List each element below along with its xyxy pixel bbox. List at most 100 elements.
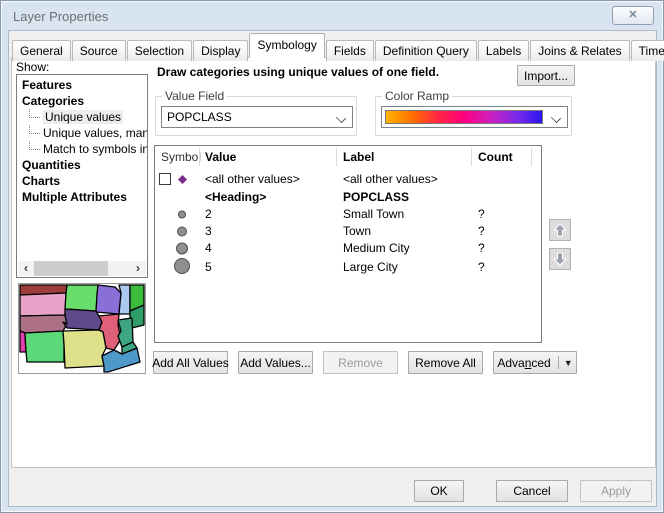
layer-properties-dialog: Layer Properties ✕ GeneralSourceSelectio…: [0, 0, 664, 513]
column-divider: [471, 148, 472, 166]
tree-item-categories[interactable]: Categories: [17, 93, 147, 109]
column-divider: [531, 148, 532, 166]
count-cell: ?: [478, 260, 485, 274]
color-ramp-group: Color Ramp: [375, 96, 572, 136]
column-header-symbol[interactable]: Symbol: [161, 150, 201, 164]
apply-button[interactable]: Apply: [580, 480, 652, 502]
layer-preview-map: [18, 283, 146, 374]
chevron-down-icon[interactable]: [552, 114, 560, 122]
value-cell: 3: [205, 224, 212, 238]
button-divider: [558, 356, 559, 369]
point-symbol-swatch[interactable]: [177, 174, 188, 185]
tab-source[interactable]: Source: [72, 40, 126, 61]
tree-item-multiple-attributes[interactable]: Multiple Attributes: [17, 189, 147, 205]
value-cell: <all other values>: [205, 172, 300, 186]
point-symbol-swatch[interactable]: [173, 240, 191, 257]
value-field-group: Value Field POPCLASS: [155, 96, 357, 136]
dropdown-arrow-icon[interactable]: ▼: [564, 358, 573, 368]
label-cell: POPCLASS: [343, 190, 409, 204]
tree-item-match-symbols[interactable]: Match to symbols in a: [17, 141, 147, 157]
remove-button[interactable]: Remove: [323, 351, 398, 374]
label-cell: Town: [343, 224, 371, 238]
show-label: Show:: [16, 60, 49, 74]
tab-selection[interactable]: Selection: [127, 40, 192, 61]
renderer-tree: Features Categories Unique values Unique…: [16, 74, 148, 278]
tree-item-charts[interactable]: Charts: [17, 173, 147, 189]
scroll-left-icon[interactable]: ‹: [18, 261, 34, 276]
count-cell: ?: [478, 224, 485, 238]
point-symbol-swatch[interactable]: [173, 223, 191, 240]
close-button[interactable]: ✕: [612, 6, 654, 25]
title-bar[interactable]: Layer Properties ✕: [1, 1, 663, 31]
arrow-down-icon: [552, 251, 568, 267]
point-symbol-swatch[interactable]: [173, 206, 191, 223]
remove-all-button[interactable]: Remove All: [408, 351, 483, 374]
cancel-button[interactable]: Cancel: [496, 480, 568, 502]
point-symbol-swatch[interactable]: [173, 257, 191, 275]
value-cell: <Heading>: [205, 190, 266, 204]
column-divider: [199, 148, 200, 166]
tab-definition-query[interactable]: Definition Query: [375, 40, 477, 61]
preview-map-image: [19, 284, 145, 373]
advanced-button[interactable]: Advanced ▼: [493, 351, 577, 374]
tab-time[interactable]: Time: [631, 40, 664, 61]
close-icon: ✕: [628, 9, 637, 21]
scrollbar-thumb[interactable]: [34, 261, 108, 276]
tree-item-quantities[interactable]: Quantities: [17, 157, 147, 173]
column-header-label[interactable]: Label: [343, 150, 374, 164]
tab-general[interactable]: General: [12, 40, 71, 61]
tree-connector-icon: [29, 109, 40, 118]
tree-item-features[interactable]: Features: [17, 77, 147, 93]
value-cell: 4: [205, 241, 212, 255]
tree-item-unique-values-many[interactable]: Unique values, many: [17, 125, 147, 141]
color-ramp-dropdown[interactable]: [381, 106, 568, 128]
table-row-small-town[interactable]: 2 Small Town ?: [155, 206, 541, 223]
column-header-value[interactable]: Value: [205, 150, 236, 164]
unique-values-table: Symbol Value Label Count <all other valu…: [154, 145, 542, 343]
table-row-all-other-values[interactable]: <all other values> <all other values>: [155, 171, 541, 189]
value-field-selected: POPCLASS: [167, 110, 232, 124]
table-row-town[interactable]: 3 Town ?: [155, 223, 541, 240]
color-ramp-label: Color Ramp: [382, 89, 452, 103]
table-header-row: Symbol Value Label Count: [155, 146, 541, 169]
label-cell: Large City: [343, 260, 398, 274]
ok-button[interactable]: OK: [414, 480, 464, 502]
label-cell: Medium City: [343, 241, 410, 255]
move-value-down-button[interactable]: [549, 248, 571, 270]
arrow-up-icon: [552, 222, 568, 238]
tab-display[interactable]: Display: [193, 40, 248, 61]
tab-joins-relates[interactable]: Joins & Relates: [530, 40, 629, 61]
dialog-title: Layer Properties: [13, 9, 108, 24]
value-field-label: Value Field: [162, 89, 227, 103]
count-cell: ?: [478, 241, 485, 255]
move-value-up-button[interactable]: [549, 219, 571, 241]
column-divider: [336, 148, 337, 166]
scroll-right-icon[interactable]: ›: [130, 261, 146, 276]
tab-strip: GeneralSourceSelectionDisplaySymbologyFi…: [12, 36, 664, 58]
tab-labels[interactable]: Labels: [478, 40, 529, 61]
import-button[interactable]: Import...: [517, 65, 575, 86]
add-all-values-button[interactable]: Add All Values: [153, 351, 228, 374]
all-other-values-checkbox[interactable]: [159, 173, 171, 185]
renderer-description: Draw categories using unique values of o…: [157, 65, 439, 79]
tree-horizontal-scrollbar[interactable]: ‹ ›: [18, 261, 146, 276]
chevron-down-icon[interactable]: [337, 114, 345, 122]
tab-fields[interactable]: Fields: [326, 40, 374, 61]
color-ramp-swatch: [385, 110, 543, 124]
tree-connector-icon: [29, 125, 40, 134]
tree-connector-icon: [29, 141, 40, 150]
column-header-count[interactable]: Count: [478, 150, 513, 164]
table-row-large-city[interactable]: 5 Large City ?: [155, 257, 541, 276]
count-cell: ?: [478, 207, 485, 221]
symbology-tab-page: Show: Features Categories Unique values …: [11, 57, 656, 468]
label-cell: Small Town: [343, 207, 404, 221]
tab-symbology[interactable]: Symbology: [249, 33, 324, 58]
value-cell: 5: [205, 260, 212, 274]
add-values-button[interactable]: Add Values...: [238, 351, 313, 374]
label-cell: <all other values>: [343, 172, 438, 186]
value-field-dropdown[interactable]: POPCLASS: [161, 106, 353, 128]
table-row-medium-city[interactable]: 4 Medium City ?: [155, 240, 541, 257]
tree-item-unique-values[interactable]: Unique values: [17, 109, 147, 125]
table-row-heading[interactable]: <Heading> POPCLASS: [155, 189, 541, 206]
value-cell: 2: [205, 207, 212, 221]
